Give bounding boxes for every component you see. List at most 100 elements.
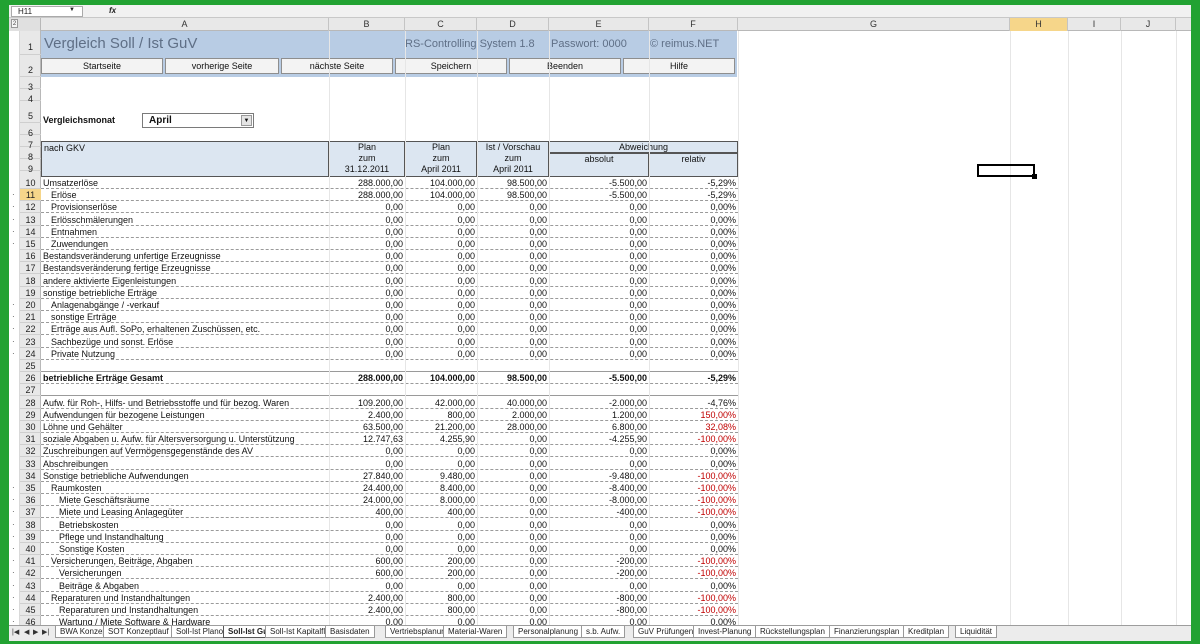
cell-b[interactable]: 0,00 [329, 457, 405, 470]
cell-e[interactable]: 0,00 [549, 225, 649, 238]
cell-b[interactable]: 2.400,00 [329, 591, 405, 604]
cell-f[interactable]: -5,29% [649, 372, 738, 385]
cell-b[interactable]: 0,00 [329, 518, 405, 531]
cell-e[interactable]: -5.500,00 [549, 189, 649, 202]
cell-c[interactable]: 0,00 [405, 335, 477, 348]
outline-marker[interactable]: · [12, 301, 15, 309]
row-header[interactable]: 10 [20, 177, 41, 189]
outline-marker[interactable]: · [12, 227, 15, 236]
cell-b[interactable]: 288.000,00 [329, 372, 405, 385]
cell-e[interactable] [549, 384, 649, 397]
table-row[interactable]: Anlagenabgänge / -verkauf 0,00 0,00 0,00 0,0… [41, 299, 738, 311]
cell-d[interactable]: 0,00 [477, 604, 549, 616]
row-header[interactable]: 33 [20, 458, 41, 470]
row-header[interactable]: 14 [20, 226, 41, 238]
column-header-d[interactable]: D [477, 18, 549, 31]
cell-e[interactable]: 0,00 [549, 201, 649, 214]
cell-f[interactable]: 0,00% [649, 286, 738, 299]
nav-button-3[interactable]: Speichern [395, 58, 507, 74]
table-row[interactable]: Reparaturen und Instandhaltungen 2.400,00… [41, 604, 738, 616]
cell-d[interactable]: 0,00 [477, 616, 549, 625]
cell-d[interactable]: 0,00 [477, 286, 549, 299]
outline-marker[interactable]: · [12, 240, 15, 248]
cell-e[interactable]: -5.500,00 [549, 372, 649, 385]
outline-marker[interactable]: · [12, 606, 15, 614]
cell-b[interactable]: 24.400,00 [329, 482, 405, 494]
cell-f[interactable]: 0,00% [649, 262, 738, 275]
cell-f[interactable]: -100,00% [649, 567, 738, 580]
row-header[interactable]: 35 [20, 482, 41, 494]
cell-c[interactable]: 0,00 [405, 543, 477, 555]
cell-c[interactable]: 0,00 [405, 213, 477, 226]
cell-e[interactable]: 6.800,00 [549, 421, 649, 433]
cell-f[interactable]: -100,00% [649, 506, 738, 519]
cell-d[interactable] [477, 384, 549, 397]
cell-b[interactable] [329, 384, 405, 397]
cell-d[interactable]: 0,00 [477, 311, 549, 324]
cell-e[interactable]: 0,00 [549, 311, 649, 324]
cell-c[interactable]: 0,00 [405, 225, 477, 238]
cell-e[interactable]: 0,00 [549, 518, 649, 531]
cell-d[interactable]: 0,00 [477, 433, 549, 446]
cell-c[interactable]: 800,00 [405, 408, 477, 421]
cell-f[interactable]: -5,29% [649, 189, 738, 202]
cell-d[interactable]: 98.500,00 [477, 372, 549, 385]
column-header-j[interactable]: J [1121, 18, 1176, 31]
cell-f[interactable]: 0,00% [649, 274, 738, 287]
row-header[interactable]: 3 [20, 77, 41, 92]
table-row[interactable]: Aufw. für Roh-, Hilfs- und Betriebsstoff… [41, 396, 738, 409]
column-header-i[interactable]: I [1068, 18, 1121, 31]
table-row[interactable] [41, 384, 738, 397]
cell-d[interactable]: 98.500,00 [477, 177, 549, 189]
cell-d[interactable]: 0,00 [477, 457, 549, 470]
outline-level-button[interactable]: 2 [11, 19, 18, 28]
cell-b[interactable]: 0,00 [329, 250, 405, 263]
cell-c[interactable]: 800,00 [405, 604, 477, 616]
last-sheet-icon[interactable]: ▶| [42, 628, 49, 636]
outline-marker[interactable]: · [12, 337, 15, 346]
cell-b[interactable]: 0,00 [329, 238, 405, 250]
cell-c[interactable]: 0,00 [405, 311, 477, 324]
cell-e[interactable]: 0,00 [549, 543, 649, 555]
row-header[interactable]: 2 [20, 55, 41, 77]
cell-b[interactable]: 12.747,63 [329, 433, 405, 446]
cell-f[interactable]: 0,00% [649, 579, 738, 592]
cell-c[interactable]: 0,00 [405, 238, 477, 250]
first-sheet-icon[interactable]: |◀ [12, 628, 19, 636]
cell-b[interactable]: 2.400,00 [329, 408, 405, 421]
cell-f[interactable]: 0,00% [649, 213, 738, 226]
column-header-f[interactable]: F [649, 18, 738, 31]
cell-d[interactable]: 0,00 [477, 579, 549, 592]
nav-button-5[interactable]: Hilfe [623, 58, 735, 74]
cell-d[interactable]: 0,00 [477, 238, 549, 250]
nav-button-1[interactable]: vorherige Seite [165, 58, 279, 74]
cell-f[interactable]: -100,00% [649, 469, 738, 482]
cell-c[interactable]: 104.000,00 [405, 189, 477, 202]
column-header-e[interactable]: E [549, 18, 649, 31]
sheet-tab[interactable]: SOT Konzeptlauf [103, 626, 174, 638]
cell-c[interactable]: 0,00 [405, 323, 477, 336]
cell-d[interactable]: 0,00 [477, 445, 549, 458]
cell-c[interactable]: 0,00 [405, 518, 477, 531]
cell-f[interactable]: 0,00% [649, 250, 738, 263]
cell-c[interactable]: 4.255,90 [405, 433, 477, 446]
cell-d[interactable]: 0,00 [477, 591, 549, 604]
cell-f[interactable]: 0,00% [649, 530, 738, 543]
table-row[interactable]: Aufwendungen für bezogene Leistungen 2.40… [41, 408, 738, 421]
cell-c[interactable]: 0,00 [405, 250, 477, 263]
sheet-tab[interactable]: Finanzierungsplan [829, 626, 905, 638]
cell-f[interactable]: 0,00% [649, 616, 738, 625]
cell-c[interactable]: 200,00 [405, 555, 477, 568]
cell-f[interactable]: 0,00% [649, 518, 738, 531]
table-row[interactable]: sonstige betriebliche Erträge 0,00 0,00 0,0… [41, 286, 738, 299]
sheet-tab[interactable]: Material-Waren [443, 626, 508, 638]
table-row[interactable]: Bestandsveränderung unfertige Erzeugniss… [41, 250, 738, 263]
row-header[interactable]: 4 [20, 89, 41, 104]
table-row[interactable]: Versicherungen, Beiträge, Abgaben 600,00 2… [41, 555, 738, 568]
row-header[interactable]: 18 [20, 275, 41, 287]
cell-e[interactable]: 0,00 [549, 579, 649, 592]
outline-marker[interactable]: · [12, 593, 15, 602]
cell-d[interactable]: 0,00 [477, 567, 549, 580]
cell-c[interactable] [405, 384, 477, 397]
row-header[interactable]: 42 [20, 567, 41, 580]
